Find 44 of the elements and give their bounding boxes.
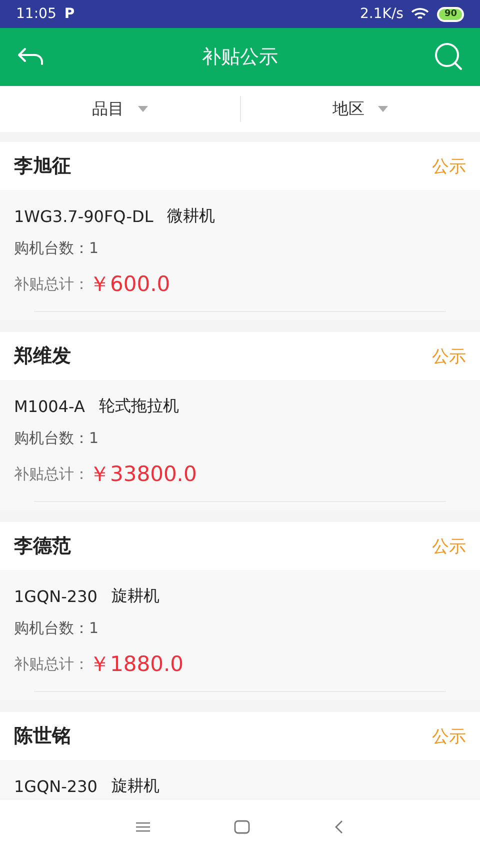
applicant-name: 李旭征 [14, 154, 71, 179]
status-label: 公示 [432, 726, 466, 748]
machine-type: 旋耕机 [111, 776, 160, 796]
machine-model: 1GQN-230 [14, 586, 98, 606]
caret-icon [378, 106, 388, 112]
applicant-name: 郑维发 [14, 344, 71, 369]
page-title: 补贴公示 [202, 45, 278, 70]
status-time: 11:05 [16, 6, 56, 22]
back-button[interactable] [16, 46, 46, 68]
subsidy-amount: ￥1880.0 [89, 651, 184, 678]
caret-icon [138, 106, 148, 112]
machine-model: M1004-A [14, 396, 85, 416]
subsidy-label: 补贴总计： [14, 274, 89, 294]
status-label: 公示 [432, 156, 466, 178]
filter-dropdown[interactable]: 地区 [240, 98, 480, 120]
subsidy-amount: ￥33800.0 [89, 461, 197, 488]
status-label: 公示 [432, 536, 466, 558]
machine-model: 1GQN-230 [14, 776, 98, 796]
subsidy-amount: ￥600.0 [89, 271, 170, 298]
network-speed: 2.1K/s [360, 6, 404, 22]
subsidy-label: 补贴总计： [14, 654, 89, 674]
machine-type: 微耕机 [167, 206, 216, 226]
filter-dropdown[interactable]: 品目 [0, 98, 240, 120]
record-header[interactable]: 李德范 公示 [0, 522, 480, 570]
search-button[interactable] [434, 42, 464, 72]
machine-type: 轮式拖拉机 [98, 396, 179, 416]
unit-count: 购机台数：1 [14, 618, 99, 638]
unit-count: 购机台数：1 [14, 238, 99, 258]
back-nav-button[interactable] [334, 820, 344, 834]
unit-count: 购机台数：1 [14, 428, 99, 448]
menu-button[interactable] [136, 822, 150, 832]
record-header[interactable]: 陈世铭 公示 [0, 712, 480, 760]
applicant-name: 李德范 [14, 534, 71, 559]
record-header[interactable]: 李旭征 公示 [0, 142, 480, 190]
wifi-icon [411, 7, 430, 21]
app-letter: P [64, 6, 75, 22]
status-label: 公示 [432, 346, 466, 368]
home-button[interactable] [234, 820, 250, 834]
machine-model: 1WG3.7-90FQ-DL [14, 206, 154, 226]
subsidy-label: 补贴总计： [14, 464, 89, 484]
machine-type: 旋耕机 [111, 586, 160, 606]
applicant-name: 陈世铭 [14, 724, 71, 749]
battery-level: 90 [437, 6, 464, 22]
record-header[interactable]: 郑维发 公示 [0, 332, 480, 380]
